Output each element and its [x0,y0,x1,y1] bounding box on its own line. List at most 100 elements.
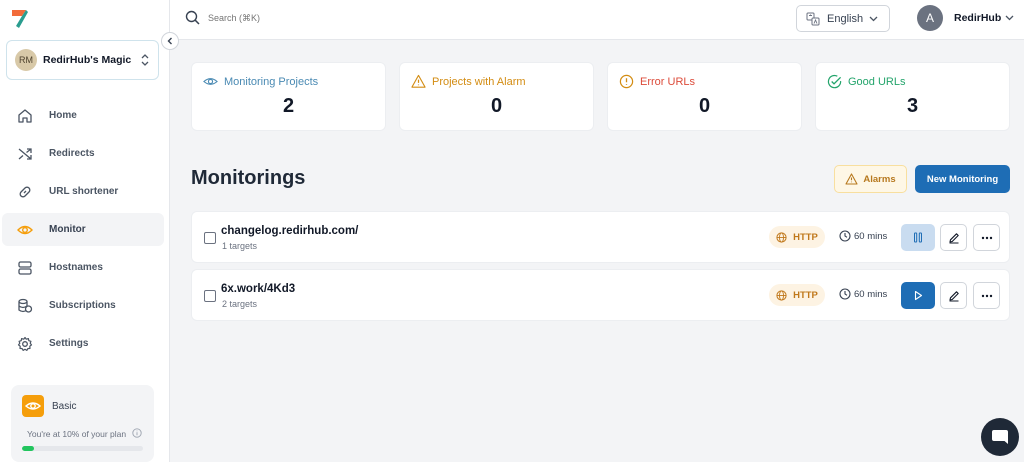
shuffle-icon [18,147,32,160]
workspace-switcher[interactable]: RM RedirHub's Magic [6,40,159,80]
more-horizontal-icon [981,236,992,239]
gear-icon [17,336,33,351]
pencil-icon [948,232,959,244]
chevron-up-down-icon [141,54,149,66]
play-button[interactable] [901,282,935,309]
sidebar-item-home[interactable]: Home [2,99,164,132]
monitoring-targets: 1 targets [222,241,258,251]
eye-icon [17,225,33,234]
sidebar-item-label: Subscriptions [49,300,116,311]
translate-icon [806,12,820,25]
sidebar-item-label: Home [49,110,77,121]
interval-label: 60 mins [854,230,888,242]
row-checkbox[interactable] [204,290,216,302]
protocol-label: HTTP [793,231,818,243]
check-interval: 60 mins [839,288,887,300]
eye-icon [203,78,218,85]
check-circle-icon [827,74,842,89]
chat-launcher-button[interactable] [981,418,1019,456]
stat-error-urls: Error URLs 0 [607,62,802,131]
monitoring-url[interactable]: changelog.redirhub.com/ [221,225,358,237]
collapse-sidebar-button[interactable] [161,32,179,50]
warning-icon [845,173,858,185]
stat-value: 2 [282,95,295,117]
pause-button[interactable] [901,224,935,251]
sidebar-item-url-shortener[interactable]: URL shortener [2,175,164,208]
stat-projects-with-alarm: Projects with Alarm 0 [399,62,594,131]
stat-value: 3 [906,95,919,117]
protocol-badge: HTTP [769,284,825,306]
plan-name: Basic [52,401,77,412]
search-box[interactable] [185,10,328,25]
stat-label: Error URLs [640,75,696,88]
workspace-name: RedirHub's Magic [43,54,132,66]
sidebar-item-label: URL shortener [49,186,119,197]
language-label: English [827,12,864,25]
search-input[interactable] [208,12,328,23]
alarms-label: Alarms [863,173,896,185]
info-icon[interactable] [132,428,142,438]
plan-usage-fill [22,446,35,451]
sidebar-item-subscriptions[interactable]: Subscriptions [2,289,164,322]
globe-icon [776,289,787,301]
alarms-button[interactable]: Alarms [834,165,907,193]
stat-good-urls: Good URLs 3 [815,62,1010,131]
more-options-button[interactable] [973,282,1000,309]
server-icon [18,260,32,275]
edit-button[interactable] [940,282,967,309]
stat-value: 0 [490,95,503,117]
pencil-icon [948,290,959,302]
coins-icon [18,298,33,313]
warning-icon [411,74,426,88]
chevron-down-icon [869,16,878,21]
chevron-left-icon [167,37,172,45]
page-title: Monitorings [191,167,306,189]
sidebar-item-label: Hostnames [49,262,103,273]
topbar: English A RedirHub [170,0,1024,40]
user-menu[interactable]: A RedirHub [917,5,1014,31]
stat-value: 0 [698,95,711,117]
clock-icon [839,230,851,242]
pause-icon [914,232,923,243]
sidebar-item-label: Redirects [49,148,95,159]
sidebar-item-monitor[interactable]: Monitor [2,213,164,246]
sidebar: RM RedirHub's Magic Home Redirects URL s… [0,0,170,462]
language-selector[interactable]: English [796,5,890,32]
sidebar-nav: Home Redirects URL shortener Monitor Hos… [0,99,170,365]
stat-label: Good URLs [848,75,906,88]
globe-icon [776,231,787,243]
search-icon [185,10,200,25]
more-horizontal-icon [981,294,992,297]
sidebar-item-label: Settings [49,338,89,349]
protocol-badge: HTTP [769,226,825,248]
workspace-avatar: RM [15,49,37,71]
stat-label: Projects with Alarm [432,75,526,88]
avatar: A [917,5,943,31]
plan-card: Basic You're at 10% of your plan [11,385,154,462]
row-checkbox[interactable] [204,232,216,244]
stat-monitoring-projects: Monitoring Projects 2 [191,62,386,131]
check-interval: 60 mins [839,230,887,242]
protocol-label: HTTP [793,289,818,301]
new-monitoring-button[interactable]: New Monitoring [915,165,1010,193]
table-row[interactable]: changelog.redirhub.com/ 1 targets HTTP 6… [191,211,1010,263]
user-name: RedirHub [954,12,1002,24]
redirhub-logo[interactable] [10,8,30,30]
sidebar-item-redirects[interactable]: Redirects [2,137,164,170]
edit-button[interactable] [940,224,967,251]
chat-bubble-icon [992,430,1008,444]
alert-circle-icon [619,74,634,89]
clock-icon [839,288,851,300]
table-row[interactable]: 6x.work/4Kd3 2 targets HTTP 60 mins [191,269,1010,321]
stat-label: Monitoring Projects [224,75,319,88]
monitoring-url[interactable]: 6x.work/4Kd3 [221,283,295,295]
more-options-button[interactable] [973,224,1000,251]
interval-label: 60 mins [854,288,888,300]
monitoring-targets: 2 targets [222,299,258,309]
plan-eye-icon [22,395,44,417]
sidebar-item-hostnames[interactable]: Hostnames [2,251,164,284]
play-icon [914,290,923,301]
sidebar-item-settings[interactable]: Settings [2,327,164,360]
sidebar-item-label: Monitor [49,224,86,235]
plan-usage-text: You're at 10% of your plan [27,429,127,439]
